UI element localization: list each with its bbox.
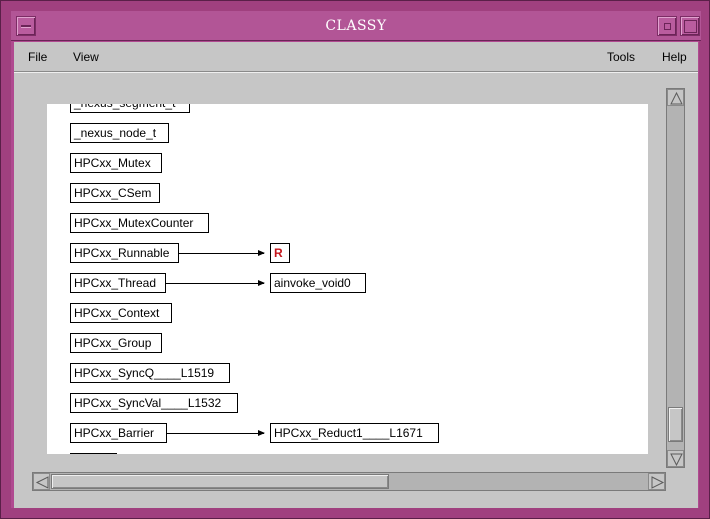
minimize-icon[interactable] bbox=[657, 16, 677, 36]
title-bar[interactable]: CLASSY bbox=[11, 11, 701, 41]
class-node-partial[interactable] bbox=[70, 453, 117, 454]
class-node[interactable]: HPCxx_SyncQ____L1519 bbox=[70, 363, 230, 383]
arrow-right-icon[interactable] bbox=[648, 473, 665, 490]
menu-view[interactable]: View bbox=[73, 50, 99, 64]
inheritance-arrow bbox=[167, 430, 265, 436]
inheritance-arrow bbox=[166, 280, 265, 286]
menu-bar: File View Tools Help bbox=[14, 42, 698, 72]
class-diagram-canvas[interactable]: _nexus_segment_t _nexus_node_t HPCxx_Mut… bbox=[47, 104, 648, 454]
vertical-scrollbar[interactable] bbox=[666, 88, 685, 468]
class-node[interactable]: HPCxx_Context bbox=[70, 303, 172, 323]
maximize-icon[interactable] bbox=[680, 16, 700, 36]
class-node[interactable]: HPCxx_SyncVal____L1532 bbox=[70, 393, 238, 413]
class-node[interactable]: HPCxx_Mutex bbox=[70, 153, 162, 173]
menu-help[interactable]: Help bbox=[662, 50, 687, 64]
inheritance-arrow bbox=[179, 250, 265, 256]
class-node[interactable]: HPCxx_CSem bbox=[70, 183, 160, 203]
horizontal-scrollbar[interactable] bbox=[32, 472, 666, 491]
window-title: CLASSY bbox=[325, 18, 387, 34]
class-node[interactable]: HPCxx_Thread bbox=[70, 273, 166, 293]
class-node[interactable]: HPCxx_Runnable bbox=[70, 243, 179, 263]
class-node[interactable]: _nexus_node_t bbox=[70, 123, 169, 143]
class-node[interactable]: HPCxx_MutexCounter bbox=[70, 213, 209, 233]
menu-tools[interactable]: Tools bbox=[607, 50, 635, 64]
class-node[interactable]: HPCxx_Reduct1____L1671 bbox=[270, 423, 439, 443]
class-node[interactable]: ainvoke_void0 bbox=[270, 273, 366, 293]
arrow-down-icon[interactable] bbox=[667, 450, 684, 467]
window-frame: CLASSY File View Tools Help _nexus_segme… bbox=[0, 0, 710, 519]
class-node-highlighted[interactable]: R bbox=[270, 243, 290, 263]
class-node[interactable]: HPCxx_Group bbox=[70, 333, 162, 353]
arrow-up-icon[interactable] bbox=[667, 89, 684, 106]
class-node[interactable]: HPCxx_Barrier bbox=[70, 423, 167, 443]
menu-file[interactable]: File bbox=[28, 50, 47, 64]
arrow-left-icon[interactable] bbox=[33, 473, 50, 490]
vertical-scroll-thumb[interactable] bbox=[668, 407, 683, 442]
horizontal-scroll-thumb[interactable] bbox=[51, 474, 389, 489]
client-area: File View Tools Help _nexus_segment_t _n… bbox=[14, 42, 698, 508]
class-node[interactable]: _nexus_segment_t bbox=[70, 104, 190, 113]
